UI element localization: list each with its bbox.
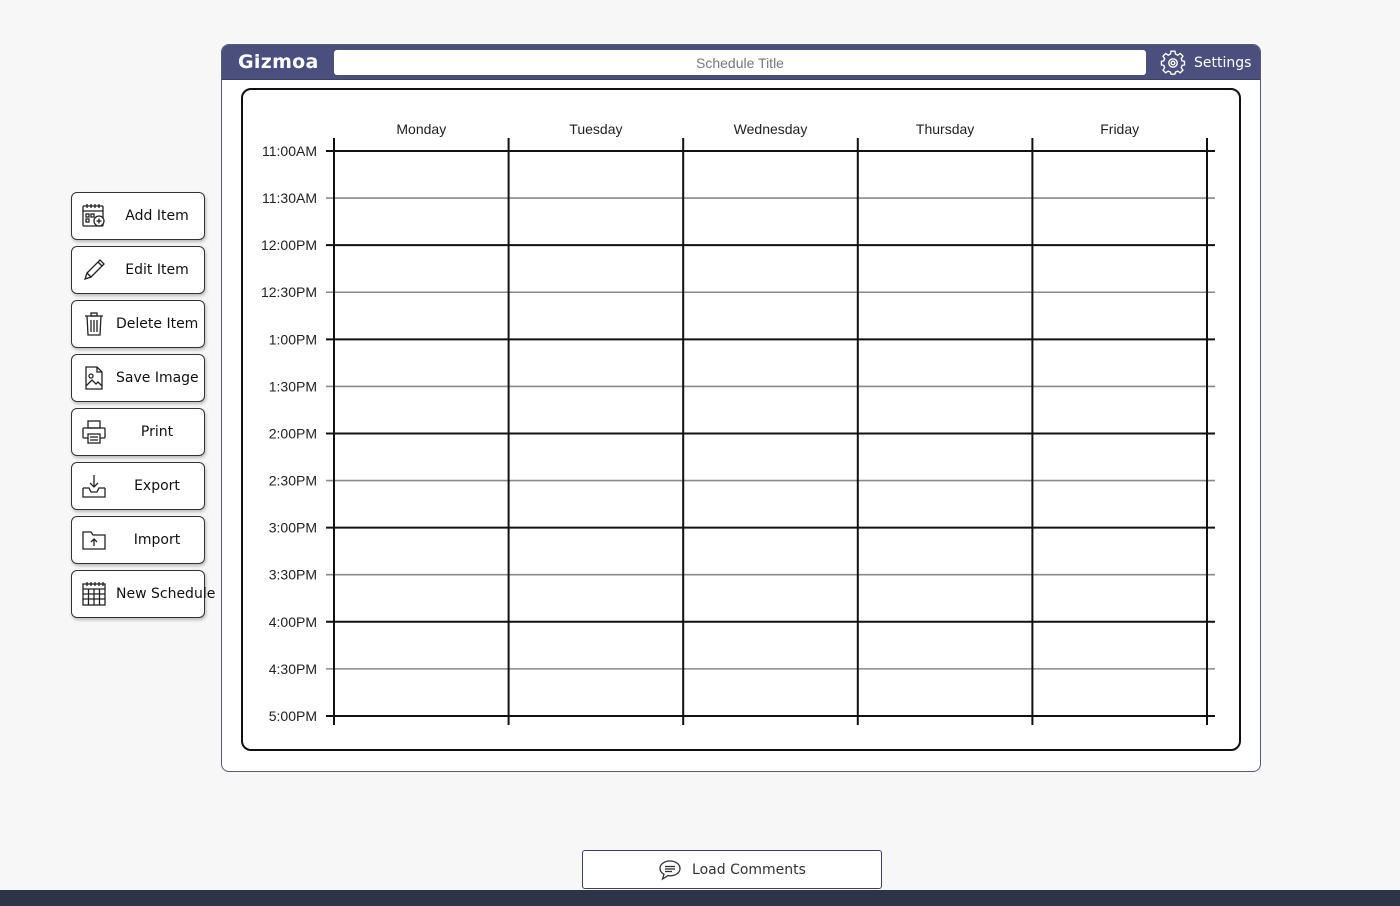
delete-item-button[interactable]: Delete Item <box>71 300 205 348</box>
add-item-label: Add Item <box>125 208 189 224</box>
tray-download-icon <box>72 463 116 509</box>
time-label: 3:00PM <box>269 520 317 536</box>
time-label: 3:30PM <box>269 567 317 583</box>
add-item-button[interactable]: Add Item <box>71 192 205 240</box>
time-label: 1:00PM <box>269 331 317 347</box>
settings-label: Settings <box>1194 54 1252 71</box>
time-label: 11:30AM <box>262 190 317 206</box>
edit-item-label: Edit Item <box>125 262 189 278</box>
new-schedule-button[interactable]: New Schedule <box>71 570 215 618</box>
save-image-label: Save Image <box>116 370 199 386</box>
day-header: Thursday <box>916 121 974 137</box>
day-header: Wednesday <box>734 121 808 137</box>
print-button[interactable]: Print <box>71 408 205 456</box>
trash-icon <box>72 301 116 347</box>
save-image-button[interactable]: Save Image <box>71 354 205 402</box>
time-label: 2:00PM <box>269 425 317 441</box>
delete-item-label: Delete Item <box>116 316 199 332</box>
day-header: Friday <box>1100 121 1139 137</box>
logo: Gizmoa <box>238 51 319 73</box>
export-button[interactable]: Export <box>71 462 205 510</box>
day-header: Tuesday <box>569 121 622 137</box>
day-header: Monday <box>396 121 446 137</box>
schedule-grid: 11:00AM 11:30AM 12:00PM 12:30PM 1:00PM 1:30PM… <box>261 121 1215 725</box>
page: Add Item Edit Item Delete Item Save Imag… <box>0 0 1400 906</box>
gear-icon <box>1160 49 1186 75</box>
new-schedule-label: New Schedule <box>116 586 216 602</box>
calendar-grid-icon <box>72 571 116 617</box>
load-comments-label: Load Comments <box>692 861 806 878</box>
calendar-add-icon <box>72 193 116 239</box>
time-label: 2:30PM <box>269 473 317 489</box>
footer-bar <box>0 890 1400 906</box>
import-button[interactable]: Import <box>71 516 205 564</box>
time-label: 1:30PM <box>269 378 317 394</box>
pencil-icon <box>72 247 116 293</box>
export-label: Export <box>134 478 180 494</box>
time-label: 12:00PM <box>261 237 317 253</box>
edit-item-button[interactable]: Edit Item <box>71 246 205 294</box>
top-bar: Gizmoa Settings <box>222 45 1260 80</box>
speech-bubble-icon <box>659 859 681 880</box>
time-label: 4:30PM <box>269 661 317 677</box>
print-label: Print <box>140 424 174 440</box>
time-label: 12:30PM <box>261 284 317 300</box>
schedule-title-input[interactable] <box>334 50 1146 75</box>
printer-icon <box>72 409 116 455</box>
time-label: 4:00PM <box>269 614 317 630</box>
time-label: 5:00PM <box>269 708 317 724</box>
image-file-icon <box>72 355 116 401</box>
import-label: Import <box>133 532 181 548</box>
settings-button[interactable]: Settings <box>1160 49 1251 76</box>
schedule-board: 11:00AM 11:30AM 12:00PM 12:30PM 1:00PM 1:30PM… <box>241 88 1241 751</box>
load-comments-button[interactable]: Load Comments <box>582 850 882 889</box>
folder-upload-icon <box>72 517 116 563</box>
time-label: 11:00AM <box>262 143 317 159</box>
